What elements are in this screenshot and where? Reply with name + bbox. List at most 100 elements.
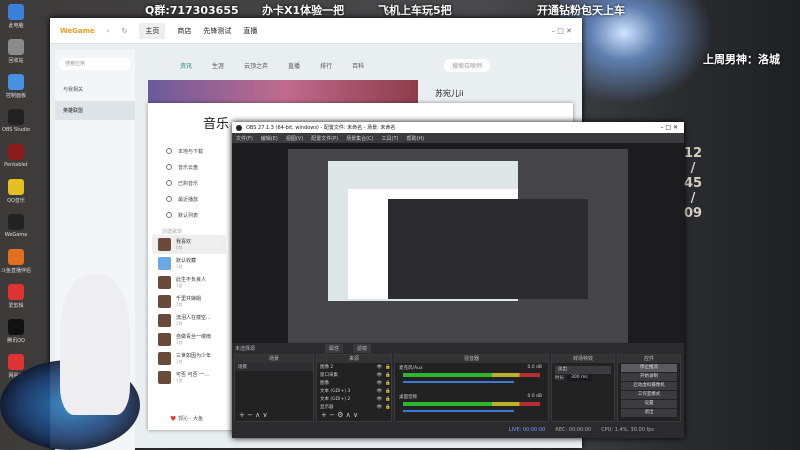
tab-home[interactable]: 主页	[139, 22, 166, 39]
filters-button[interactable]: 滤镜	[353, 344, 372, 353]
tab-store[interactable]: 商店	[177, 26, 191, 36]
mixer-channel: 麦克风/Aux 0.0 dB	[395, 363, 548, 392]
back-icon[interactable]: ‹	[107, 27, 110, 35]
menu-icon	[166, 196, 172, 202]
playlist-item[interactable]: 可否 可否 一... 1首	[152, 368, 226, 387]
source-item[interactable]: 文本 (GDI+) 3 👁 🔒	[317, 387, 391, 395]
desktop-icon[interactable]: 回收站	[0, 39, 38, 64]
control-button[interactable]: 开始录制	[621, 373, 677, 381]
eye-icon[interactable]: 👁	[377, 381, 383, 386]
app-search-input[interactable]: 搜索应用	[59, 58, 131, 70]
duration-input[interactable]: 300 ms	[567, 375, 592, 381]
volume-fader[interactable]	[403, 410, 514, 412]
scene-toolbar[interactable]: + − ∧ ∨	[239, 411, 268, 419]
lock-icon[interactable]: 🔒	[385, 389, 391, 394]
playlist-count: 1首	[176, 302, 183, 307]
playlist-item[interactable]: 此生不负良人 1首	[152, 273, 226, 292]
nav-live[interactable]: 直播	[288, 61, 300, 70]
eye-icon[interactable]: 👁	[377, 365, 383, 370]
menu-item[interactable]: 工具(T)	[382, 135, 399, 142]
lock-icon[interactable]: 🔒	[385, 381, 391, 386]
control-button[interactable]: 启动虚拟摄像机	[621, 382, 677, 390]
source-item[interactable]: 图像 👁 🔒	[317, 379, 391, 387]
sidebar-item-lol[interactable]: 英雄联盟	[55, 101, 135, 120]
control-button[interactable]: 停止推流	[621, 364, 677, 372]
clock-widget: 12 / 45 / 09	[683, 146, 703, 221]
menu-item[interactable]: 帮助(H)	[406, 135, 424, 142]
nav-rank[interactable]: 排行	[320, 61, 332, 70]
volume-fader[interactable]	[403, 381, 514, 383]
tab-pioneer[interactable]: 先锋测试	[203, 26, 231, 36]
desktop-icon[interactable]: WeGame	[0, 214, 38, 238]
now-playing: 郭沁 - 大鱼	[178, 416, 203, 422]
music-menu-item[interactable]: 已购音乐	[156, 175, 236, 191]
app-icon	[8, 214, 24, 230]
desktop-icon[interactable]: 爱剪辑	[0, 284, 38, 309]
eye-icon[interactable]: 👁	[377, 389, 383, 394]
desktop-icon[interactable]: QQ音乐	[0, 179, 38, 204]
control-button[interactable]: 工作室模式	[621, 391, 677, 399]
playlist-item[interactable]: 我喜欢 0首	[152, 235, 226, 254]
obs-preview[interactable]	[232, 143, 684, 343]
menu-item[interactable]: 文件(F)	[236, 135, 253, 142]
music-menu-item[interactable]: 最近播放	[156, 191, 236, 207]
playlist-item[interactable]: 三世如因为少年 1首	[152, 349, 226, 368]
playlist-item[interactable]: 自做青丝一缕雨 1首	[152, 330, 226, 349]
menu-item[interactable]: 配置文件(P)	[311, 135, 338, 142]
source-item[interactable]: 显示器 👁 🔒	[317, 403, 391, 411]
heart-icon[interactable]: ♥	[170, 415, 176, 423]
lock-icon[interactable]: 🔒	[385, 405, 391, 410]
desktop-icon[interactable]: Pentablet	[0, 144, 38, 168]
desktop-icon[interactable]: 控制面板	[0, 74, 38, 99]
source-item[interactable]: 文本 (GDI+) 2 👁 🔒	[317, 395, 391, 403]
music-menu-item[interactable]: 本地与下载	[156, 143, 236, 159]
sidebar-item-related[interactable]: 与我相关	[55, 78, 135, 101]
nav-career[interactable]: 生涯	[212, 61, 224, 70]
streamer-name[interactable]: 苏宛儿ii	[435, 88, 463, 99]
nav-wiki[interactable]: 百科	[352, 61, 364, 70]
transition-select[interactable]: 淡出	[555, 366, 611, 374]
playlist-item[interactable]: 流泪人在楼空... 1首	[152, 311, 226, 330]
lock-icon[interactable]: 🔒	[385, 397, 391, 402]
scene-item[interactable]: 场景	[235, 363, 313, 371]
desktop-icon[interactable]: 腾讯QQ	[0, 319, 38, 344]
properties-button[interactable]: 属性	[325, 344, 344, 353]
live-time: LIVE: 00:00:00	[508, 427, 546, 433]
tab-live[interactable]: 直播	[243, 26, 257, 36]
source-item[interactable]: 图像 2 👁 🔒	[317, 363, 391, 371]
playlist-item[interactable]: 千里共婵娟 1首	[152, 292, 226, 311]
desktop-icon[interactable]: 此电脑	[0, 4, 38, 29]
playlist-text: 可否 可否 一... 1首	[176, 371, 209, 384]
source-label: 图像	[320, 381, 329, 386]
eye-icon[interactable]: 👁	[377, 405, 383, 410]
music-menu-item[interactable]: 默认列表	[156, 207, 236, 223]
window-controls[interactable]: – □ ✕	[660, 124, 678, 131]
menu-label: 最近播放	[178, 196, 199, 203]
desktop-icon[interactable]: 斗鱼直播伴侣	[0, 249, 38, 274]
lock-icon[interactable]: 🔒	[385, 365, 391, 370]
eye-icon[interactable]: 👁	[377, 373, 383, 378]
control-button[interactable]: 设置	[621, 400, 677, 408]
nav-tft[interactable]: 云顶之弈	[244, 61, 268, 70]
source-toolbar[interactable]: + − ⚙ ∧ ∨	[321, 411, 358, 419]
menu-item[interactable]: 编辑(E)	[261, 135, 278, 142]
source-label: 图像 2	[320, 365, 334, 370]
transitions-dock: 转场特效 淡出 时长 300 ms	[551, 354, 615, 422]
source-item[interactable]: 窗口采集 👁 🔒	[317, 371, 391, 379]
clock-sep: /	[690, 191, 696, 206]
playlist-item[interactable]: 默认收藏 1首	[152, 254, 226, 273]
refresh-icon[interactable]: ↻	[122, 27, 128, 35]
app-icon	[8, 249, 24, 265]
summoner-search[interactable]: 搜索召唤师	[444, 58, 491, 72]
lock-icon[interactable]: 🔒	[385, 373, 391, 378]
nav-news[interactable]: 资讯	[180, 61, 192, 70]
menu-item[interactable]: 场景集合(C)	[346, 135, 373, 142]
eye-icon[interactable]: 👁	[377, 397, 383, 402]
playlist-text: 三世如因为少年 1首	[176, 352, 211, 365]
desktop-icon[interactable]: OBS Studio	[0, 109, 38, 133]
source-label: 显示器	[320, 405, 334, 410]
music-menu-item[interactable]: 音乐云盘	[156, 159, 236, 175]
menu-item[interactable]: 视图(V)	[286, 135, 303, 142]
control-button[interactable]: 退出	[621, 409, 677, 417]
window-controls[interactable]: – □ ✕	[552, 27, 572, 35]
